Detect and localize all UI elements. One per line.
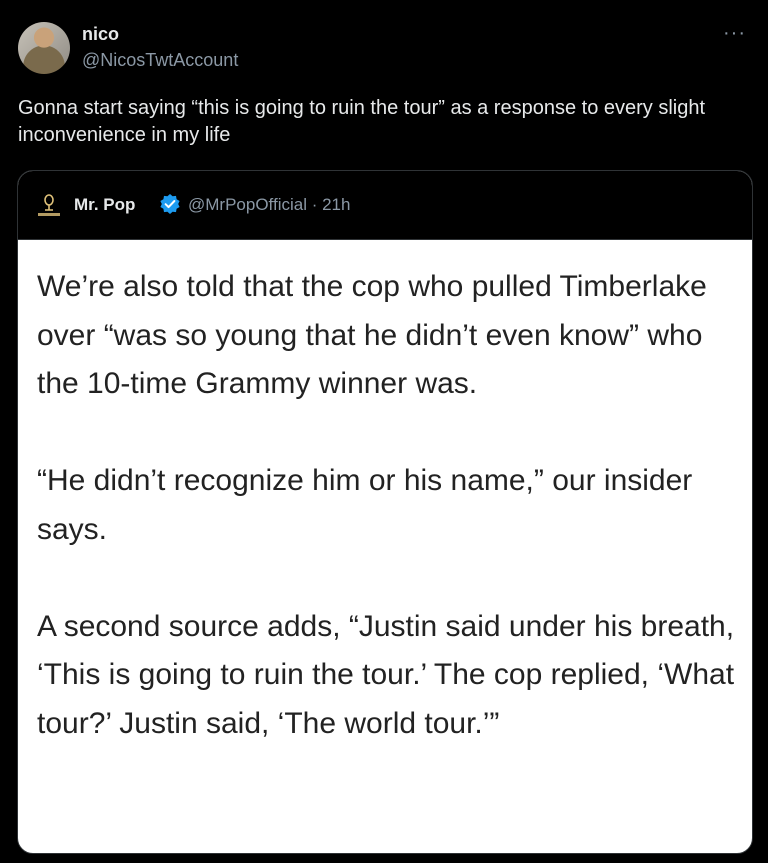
quoted-tweet[interactable]: Mr. Pop @MrPopOfficial · 21h We’re also …	[17, 170, 753, 854]
verified-badge-icon	[160, 194, 180, 214]
quoted-paragraph: A second source adds, “Justin said under…	[37, 609, 735, 740]
quoted-handle-timestamp[interactable]: @MrPopOfficial · 21h	[188, 195, 350, 215]
quoted-article-image: We’re also told that the cop who pulled …	[37, 263, 737, 797]
avatar[interactable]	[18, 22, 70, 74]
more-options-icon[interactable]: ···	[723, 22, 746, 45]
quoted-author-name[interactable]: Mr. Pop	[74, 195, 135, 215]
quoted-tweet-header: Mr. Pop @MrPopOfficial · 21h	[18, 171, 752, 240]
tweet-text: Gonna start saying “this is going to rui…	[18, 97, 706, 146]
quoted-paragraph: We’re also told that the cop who pulled …	[37, 270, 707, 400]
mr-pop-logo-icon[interactable]	[36, 192, 62, 218]
quoted-paragraph: “He didn’t recognize him or his name,” o…	[37, 464, 693, 546]
author-handle[interactable]: @NicosTwtAccount	[82, 50, 238, 71]
tweet: nico @NicosTwtAccount ··· Gonna start sa…	[0, 0, 768, 863]
author-display-name[interactable]: nico	[82, 24, 119, 45]
